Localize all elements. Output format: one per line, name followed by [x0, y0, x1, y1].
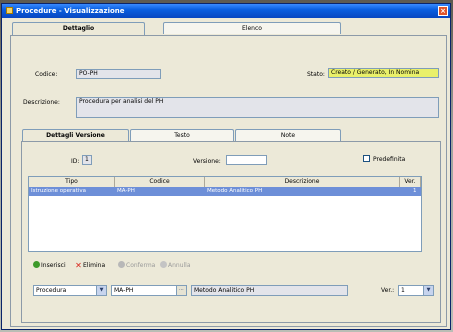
stato-field: Creato / Generato, In Nomina [328, 68, 439, 78]
ver-select-value: 1 [401, 287, 405, 294]
column-descrizione[interactable]: Descrizione [205, 177, 400, 187]
cancel-icon [160, 261, 167, 268]
lookup-icon[interactable]: ⋯ [176, 286, 186, 295]
elimina-label: Elimina [83, 262, 106, 269]
dropdown-arrow-icon[interactable]: ▼ [423, 286, 433, 295]
ver-select[interactable]: 1 ▼ [398, 285, 434, 296]
editor-descrizione-field: Metodo Analitico PH [191, 285, 348, 296]
id-field: 1 [82, 155, 92, 165]
id-label: ID: [71, 158, 80, 165]
codice-label: Codice: [35, 71, 58, 78]
editor-ver-label: Ver.: [381, 287, 395, 294]
cell-ver: 1 [413, 188, 417, 194]
cell-tipo: Istruzione operativa [31, 188, 86, 194]
predefinita-checkbox[interactable] [363, 155, 370, 162]
inserisci-button[interactable]: Inserisci [33, 261, 66, 271]
conferma-label: Conferma [126, 262, 156, 269]
annulla-label: Annulla [168, 262, 191, 269]
versione-field[interactable] [226, 155, 267, 165]
elimina-button[interactable]: ✕Elimina [75, 261, 105, 271]
descrizione-label: Descrizione: [23, 99, 60, 106]
confirm-icon [118, 261, 125, 268]
codice-lookup[interactable]: MA-PH ⋯ [111, 285, 187, 296]
cell-descrizione: Metodo Analitico PH [207, 188, 263, 194]
window-icon [6, 7, 13, 14]
inserisci-label: Inserisci [41, 262, 66, 269]
codice-field[interactable]: PO-PH [76, 69, 161, 79]
column-tipo[interactable]: Tipo [29, 177, 115, 187]
add-icon [33, 261, 40, 268]
tipo-select[interactable]: Procedura ▼ [33, 285, 107, 296]
tab-testo[interactable]: Testo [130, 129, 234, 141]
versions-grid: Tipo Codice Descrizione Ver. Istruzione … [28, 176, 422, 252]
table-row[interactable]: Istruzione operativa MA-PH Metodo Analit… [29, 187, 421, 196]
cell-codice: MA-PH [117, 188, 135, 194]
procedure-window: Procedure - Visualizzazione × Dettaglio … [1, 3, 451, 330]
column-ver[interactable]: Ver. [400, 177, 421, 187]
tab-note[interactable]: Note [235, 129, 341, 141]
dropdown-arrow-icon[interactable]: ▼ [96, 286, 106, 295]
close-icon[interactable]: × [438, 6, 448, 16]
title-bar[interactable]: Procedure - Visualizzazione × [2, 4, 450, 18]
annulla-button[interactable]: Annulla [160, 261, 191, 271]
window-title: Procedure - Visualizzazione [16, 7, 125, 15]
conferma-button[interactable]: Conferma [118, 261, 155, 271]
delete-icon: ✕ [75, 261, 82, 270]
tab-elenco[interactable]: Elenco [163, 22, 341, 34]
tipo-select-value: Procedura [36, 287, 67, 294]
column-codice[interactable]: Codice [115, 177, 205, 187]
predefinita-label: Predefinita [373, 156, 406, 163]
versione-label: Versione: [193, 158, 221, 165]
descrizione-field[interactable]: Procedura per analisi del PH [76, 97, 439, 118]
tab-dettaglio[interactable]: Dettaglio [12, 22, 145, 35]
codice-lookup-value: MA-PH [114, 287, 134, 294]
stato-label: Stato: [307, 71, 325, 78]
